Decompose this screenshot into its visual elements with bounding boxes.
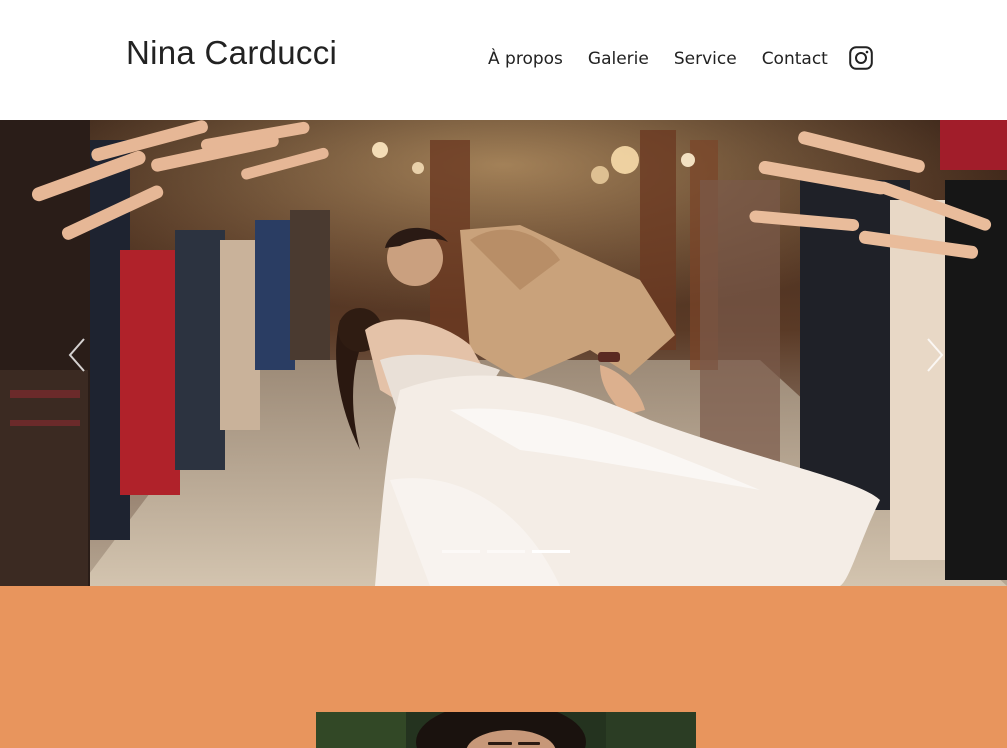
instagram-icon[interactable] — [849, 46, 873, 70]
nav-link-about[interactable]: À propos — [488, 47, 563, 71]
chevron-right-icon[interactable] — [914, 335, 954, 375]
site-header: Nina Carducci À propos Galerie Service C… — [0, 0, 1007, 120]
carousel-indicator-3[interactable] — [532, 550, 570, 553]
about-section — [0, 586, 1007, 748]
main-nav: À propos Galerie Service Contact — [488, 46, 853, 72]
nav-link-service[interactable]: Service — [674, 47, 737, 71]
carousel-indicator-1[interactable] — [442, 550, 480, 553]
hero-carousel[interactable] — [0, 120, 1007, 586]
carousel-indicator-2[interactable] — [487, 550, 525, 553]
hero-slide-image — [0, 120, 1007, 586]
chevron-left-icon[interactable] — [58, 335, 98, 375]
carousel-indicators — [442, 550, 577, 553]
nav-link-gallery[interactable]: Galerie — [588, 47, 649, 71]
nav-link-contact[interactable]: Contact — [762, 47, 828, 71]
about-portrait-image — [316, 712, 696, 748]
brand-name[interactable]: Nina Carducci — [126, 34, 337, 72]
